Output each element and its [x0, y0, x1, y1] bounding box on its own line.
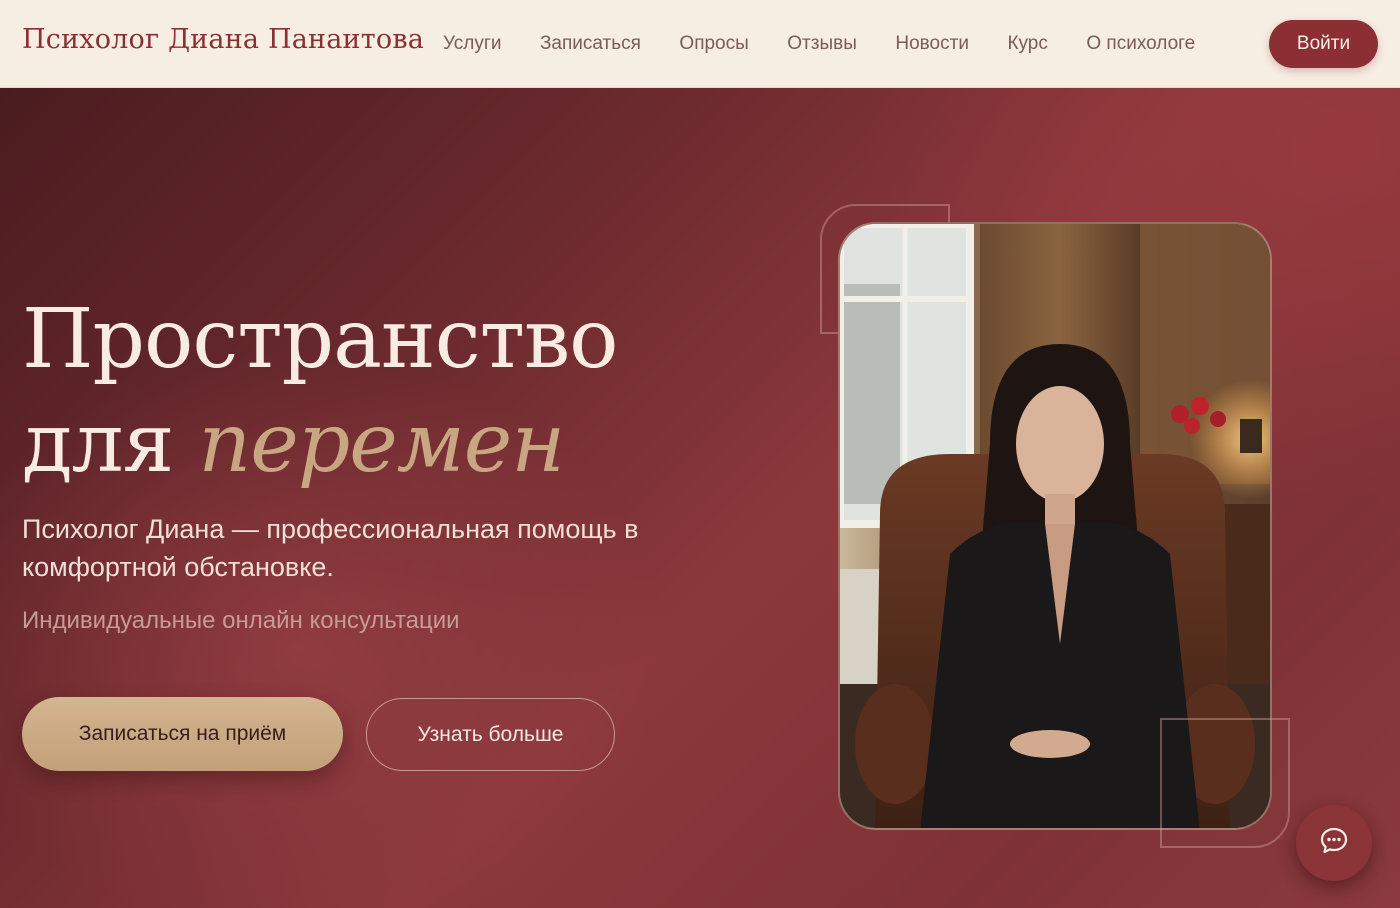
hero-title-plain: для [22, 396, 174, 491]
chat-bubble-icon [1319, 826, 1349, 861]
site-header: Психолог Диана Панаитова Услуги Записать… [0, 0, 1400, 88]
hero-subtitle: Психолог Диана — профессиональная помощь… [22, 514, 639, 582]
hero-tagline: Индивидуальные онлайн консультации [22, 607, 460, 634]
hero-title-line1: Пространство [22, 292, 619, 387]
site-logo[interactable]: Психолог Диана Панаитова [22, 24, 424, 55]
hero-title: Пространство для перемен [22, 288, 619, 496]
nav-link-course[interactable]: Курс [1007, 33, 1047, 55]
nav-link-reviews[interactable]: Отзывы [787, 33, 857, 55]
nav-link-services[interactable]: Услуги [443, 33, 501, 55]
nav-link-news[interactable]: Новости [895, 33, 969, 55]
nav-link-about[interactable]: О психологе [1086, 33, 1195, 55]
hero-section: Пространство для перемен Психолог Диана … [0, 88, 1400, 908]
nav-link-surveys[interactable]: Опросы [679, 33, 748, 55]
book-appointment-button[interactable]: Записаться на приём [22, 697, 343, 771]
photo-frame-decoration-bottom [1160, 718, 1290, 848]
login-button[interactable]: Войти [1269, 20, 1378, 68]
chat-button[interactable] [1296, 805, 1372, 881]
hero-title-accent: перемен [198, 396, 565, 491]
main-nav: Услуги Записаться Опросы Отзывы Новости … [443, 0, 1234, 88]
nav-link-booking[interactable]: Записаться [540, 33, 641, 55]
learn-more-button[interactable]: Узнать больше [366, 698, 615, 771]
